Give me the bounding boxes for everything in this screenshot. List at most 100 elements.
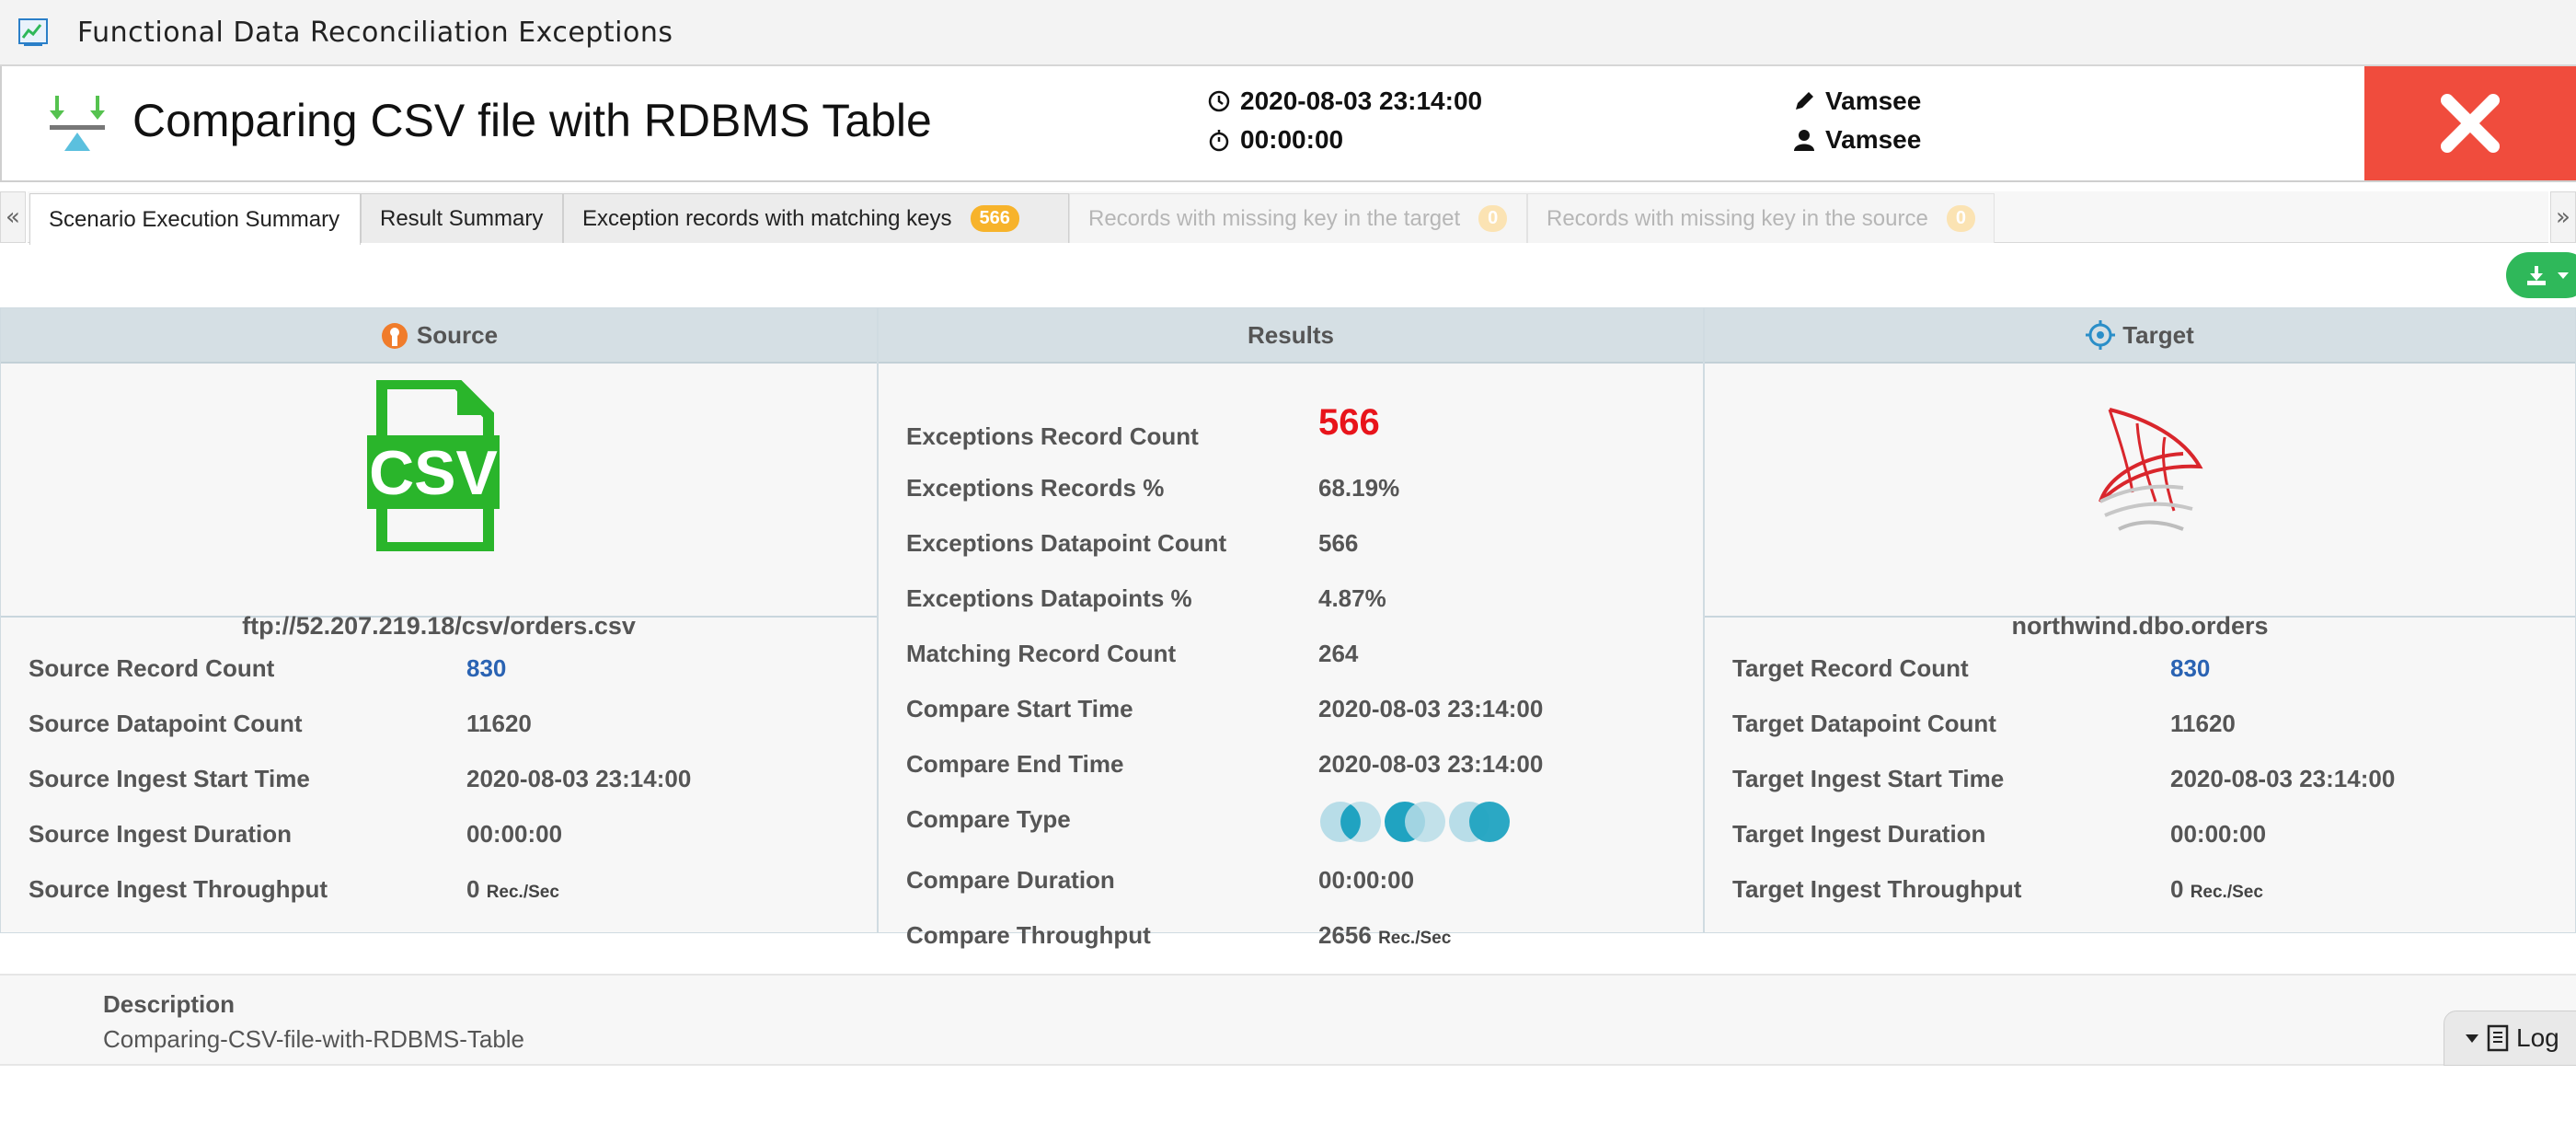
source-panel: Source CSV ftp://52.207.219.18/csv/order… — [0, 307, 878, 933]
tab-exception-records[interactable]: Exception records with matching keys 566 — [563, 193, 1069, 243]
exceptions-datapoint-count: 566 — [1318, 529, 1359, 557]
target-row-label: Target Record Count — [1732, 654, 1969, 682]
source-ingest-duration: 00:00:00 — [466, 820, 563, 848]
tab-scroll-left[interactable]: « — [0, 191, 26, 243]
exceptions-records-pct: 68.19% — [1318, 474, 1400, 502]
compare-type-icon — [1320, 802, 1510, 842]
target-row-label: Target Ingest Start Time — [1732, 765, 2005, 792]
target-datapoint-count: 11620 — [2170, 710, 2236, 737]
edited-by: Vamsee — [1792, 87, 1921, 116]
source-record-count[interactable]: 830 — [466, 654, 506, 683]
exception-count-badge: 566 — [970, 205, 1019, 232]
exceptions-record-count[interactable]: 566 — [1318, 402, 1380, 444]
tab-label: Result Summary — [380, 205, 544, 231]
compare-start-time: 2020-08-03 23:14:00 — [1318, 695, 1544, 722]
start-datetime: 2020-08-03 23:14:00 — [1207, 87, 1482, 116]
source-row-label: Source Record Count — [29, 654, 275, 682]
duration: 00:00:00 — [1207, 125, 1343, 155]
source-heading: Source — [416, 320, 499, 349]
close-button[interactable] — [2364, 66, 2576, 180]
target-ingest-duration: 00:00:00 — [2170, 820, 2267, 848]
results-row-label: Exceptions Datapoint Count — [906, 529, 1227, 557]
source-ingest-throughput: 0 Rec./Sec — [466, 875, 559, 903]
target-ingest-start: 2020-08-03 23:14:00 — [2170, 765, 2396, 792]
owner: Vamsee — [1792, 125, 1921, 155]
tab-strip: Scenario Execution Summary Result Summar… — [28, 191, 2548, 245]
download-icon — [2527, 266, 2546, 285]
results-row-label: Exceptions Datapoints % — [906, 584, 1192, 612]
compare-end-time: 2020-08-03 23:14:00 — [1318, 750, 1544, 778]
source-row-label: Source Ingest Duration — [29, 820, 293, 848]
log-book-icon — [2487, 1024, 2509, 1052]
results-row-label: Compare Type — [906, 805, 1071, 833]
results-panel: Results Exceptions Record Count 566 Exce… — [878, 307, 1704, 949]
user-icon — [1794, 130, 1814, 151]
source-header: Source — [1, 308, 877, 364]
compare-throughput: 2656 Rec./Sec — [1318, 921, 1452, 949]
compare-scale-icon — [50, 96, 105, 151]
results-row-label: Compare End Time — [906, 750, 1124, 778]
target-summary: northwind.dbo.orders — [1705, 364, 2575, 640]
description-label: Description — [103, 990, 236, 1018]
tab-label: Scenario Execution Summary — [49, 206, 340, 232]
scenario-header: Comparing CSV file with RDBMS Table 2020… — [0, 66, 2576, 182]
csv-file-icon: CSV — [367, 380, 500, 551]
target-panel: Target northwind.dbo.orders Target Recor… — [1704, 307, 2576, 933]
duration-value: 00:00:00 — [1240, 125, 1344, 154]
csv-file-label: CSV — [369, 438, 498, 508]
close-icon — [2441, 94, 2500, 153]
caret-down-icon — [2558, 272, 2569, 279]
source-summary: CSV ftp://52.207.219.18/csv/orders.csv — [1, 364, 877, 640]
target-record-count[interactable]: 830 — [2170, 654, 2210, 683]
clock-icon — [1208, 90, 1230, 112]
source-icon — [381, 323, 408, 349]
exceptions-datapoints-pct: 4.87% — [1318, 584, 1386, 612]
source-row-label: Source Ingest Start Time — [29, 765, 310, 792]
window-title: Functional Data Reconciliation Exception… — [77, 16, 673, 49]
caret-down-icon — [2466, 1034, 2478, 1043]
window-titlebar: Functional Data Reconciliation Exception… — [0, 0, 2576, 66]
results-row-label: Compare Duration — [906, 866, 1115, 894]
source-row-label: Source Ingest Throughput — [29, 875, 328, 903]
compare-duration: 00:00:00 — [1318, 866, 1415, 894]
results-header: Results — [879, 308, 1703, 364]
tab-label: Exception records with matching keys — [582, 205, 952, 231]
results-row-label: Compare Start Time — [906, 695, 1133, 722]
description-text: Comparing-CSV-file-with-RDBMS-Table — [103, 1025, 525, 1053]
results-row-label: Matching Record Count — [906, 640, 1177, 667]
results-row-label: Compare Throughput — [906, 921, 1151, 949]
tab-scenario-execution-summary[interactable]: Scenario Execution Summary — [29, 193, 361, 245]
tab-missing-key-source[interactable]: Records with missing key in the source 0 — [1527, 193, 1995, 243]
tab-result-summary[interactable]: Result Summary — [361, 193, 563, 243]
matching-record-count: 264 — [1318, 640, 1359, 667]
target-row-label: Target Ingest Throughput — [1732, 875, 2022, 903]
target-header: Target — [1705, 308, 2575, 364]
results-row-label: Exceptions Record Count — [906, 422, 1199, 450]
target-heading: Target — [2122, 320, 2194, 349]
tab-scroll-right[interactable]: » — [2550, 191, 2576, 243]
tab-bar: « Scenario Execution Summary Result Summ… — [0, 191, 2576, 245]
tab-missing-key-target[interactable]: Records with missing key in the target 0 — [1069, 193, 1527, 243]
results-heading: Results — [1248, 320, 1334, 349]
source-row-label: Source Datapoint Count — [29, 710, 303, 737]
missing-target-badge: 0 — [1478, 205, 1508, 232]
target-ingest-throughput: 0 Rec./Sec — [2170, 875, 2263, 903]
edited-by-value: Vamsee — [1825, 87, 1922, 115]
sql-server-icon — [2099, 408, 2203, 531]
app-chart-icon — [18, 18, 48, 46]
source-datapoint-count: 11620 — [466, 710, 532, 737]
scenario-title: Comparing CSV file with RDBMS Table — [132, 95, 932, 146]
description-section: Description Comparing-CSV-file-with-RDBM… — [0, 974, 2576, 1066]
export-dropdown-button[interactable] — [2506, 252, 2576, 298]
results-row-label: Exceptions Records % — [906, 474, 1165, 502]
target-row-label: Target Ingest Duration — [1732, 820, 1986, 848]
log-button[interactable]: Log — [2444, 1011, 2576, 1066]
stopwatch-icon — [1209, 130, 1229, 152]
missing-source-badge: 0 — [1946, 205, 1975, 232]
pencil-icon — [1796, 92, 1813, 110]
start-datetime-value: 2020-08-03 23:14:00 — [1240, 87, 1483, 115]
tab-label: Records with missing key in the source — [1547, 205, 1928, 231]
target-row-label: Target Datapoint Count — [1732, 710, 1996, 737]
tab-label: Records with missing key in the target — [1088, 205, 1461, 231]
target-crosshair-icon — [2086, 320, 2116, 350]
